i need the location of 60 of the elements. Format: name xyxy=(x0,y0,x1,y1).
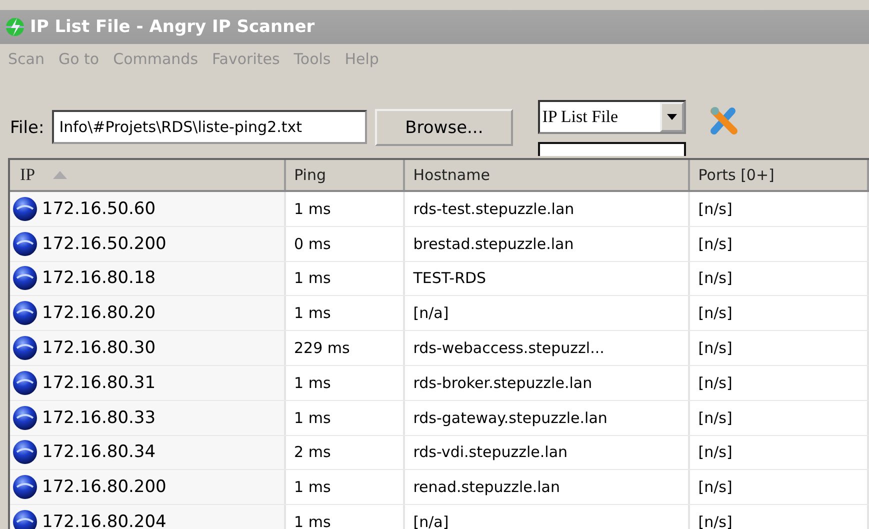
ports-cell: [n/s] xyxy=(698,339,732,358)
ping-cell: 1 ms xyxy=(294,478,331,496)
ip-cell: 172.16.80.33 xyxy=(42,408,156,428)
ports-cell: [n/s] xyxy=(698,234,732,253)
status-ball-icon xyxy=(12,196,38,222)
ports-cell: [n/s] xyxy=(698,304,732,322)
caret-icon[interactable] xyxy=(660,102,684,132)
hostname-cell: renad.stepuzzle.lan xyxy=(413,478,560,496)
hostname-cell: rds-vdi.stepuzzle.lan xyxy=(413,443,568,462)
ports-cell: [n/s] xyxy=(698,513,732,529)
ip-cell: 172.16.80.31 xyxy=(42,372,156,393)
hostname-cell: TEST-RDS xyxy=(413,269,486,288)
ip-cell: 172.16.80.20 xyxy=(42,303,156,324)
ip-cell: 172.16.80.18 xyxy=(42,268,156,288)
status-ball-icon xyxy=(12,230,38,257)
status-ball-icon xyxy=(12,335,38,362)
ping-cell: 2 ms xyxy=(294,443,331,462)
window-title: IP List File - Angry IP Scanner xyxy=(30,17,315,37)
ping-cell: 229 ms xyxy=(294,339,350,358)
status-ball-icon xyxy=(12,300,38,326)
status-ball-icon xyxy=(12,474,38,500)
ping-cell: 1 ms xyxy=(294,513,331,529)
ping-cell: 1 ms xyxy=(294,200,331,218)
ip-cell: 172.16.50.60 xyxy=(42,198,156,219)
ports-cell: [n/s] xyxy=(698,478,732,496)
hostname-cell: rds-webaccess.stepuzzl... xyxy=(413,339,604,358)
status-ball-icon xyxy=(12,439,38,466)
lightning-globe-icon xyxy=(4,16,26,38)
hostname-cell: rds-gateway.stepuzzle.lan xyxy=(413,408,608,427)
status-ball-icon xyxy=(12,404,38,431)
ping-cell: 1 ms xyxy=(294,408,331,427)
ping-cell: 1 ms xyxy=(294,374,331,392)
ip-cell: 172.16.80.200 xyxy=(42,477,166,498)
status-ball-icon xyxy=(12,370,38,396)
feeder-dropdown[interactable]: IP List File xyxy=(538,100,686,134)
ports-cell: [n/s] xyxy=(698,443,732,462)
status-ball-icon xyxy=(12,265,38,292)
column-header[interactable]: IP xyxy=(10,160,286,190)
ip-cell: 172.16.80.30 xyxy=(42,338,156,358)
ip-cell: 172.16.80.34 xyxy=(42,442,156,462)
column-header[interactable]: Ports [0+] xyxy=(690,160,869,190)
column-header[interactable]: Hostname xyxy=(405,160,690,190)
ip-cell: 172.16.50.200 xyxy=(42,234,166,254)
ip-cell: 172.16.80.204 xyxy=(42,512,166,529)
ports-cell: [n/s] xyxy=(698,374,732,392)
browse-button[interactable]: Browse... xyxy=(375,109,514,146)
hostname-cell: [n/a] xyxy=(413,304,449,322)
ping-cell: 1 ms xyxy=(294,269,331,288)
ports-cell: [n/s] xyxy=(698,408,732,427)
hostname-cell: rds-broker.stepuzzle.lan xyxy=(413,374,592,392)
hostname-cell: [n/a] xyxy=(413,513,449,529)
ports-cell: [n/s] xyxy=(698,269,732,288)
file-field[interactable]: Info\#Projets\RDS\liste-ping2.txt xyxy=(52,110,368,144)
ping-cell: 0 ms xyxy=(294,234,331,253)
ping-cell: 1 ms xyxy=(294,304,331,322)
file-label: File: xyxy=(10,118,44,138)
column-header[interactable]: Ping xyxy=(286,160,406,190)
ports-cell: [n/s] xyxy=(698,200,732,218)
hostname-cell: brestad.stepuzzle.lan xyxy=(413,234,574,253)
hostname-cell: rds-test.stepuzzle.lan xyxy=(413,200,574,218)
